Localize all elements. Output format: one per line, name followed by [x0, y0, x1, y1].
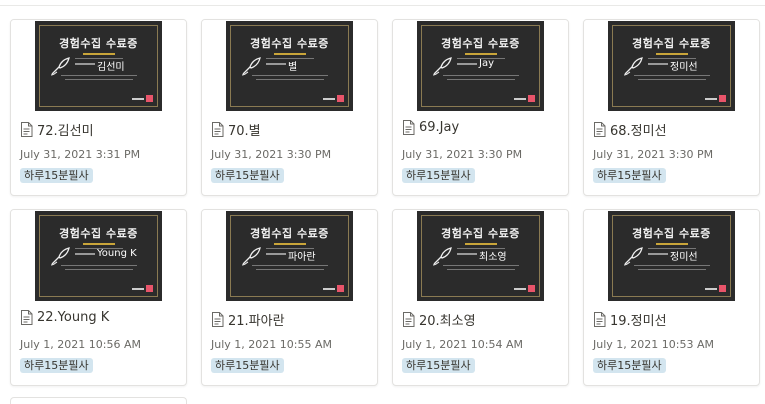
certificate-image: 경험수집 수료증 별 — [226, 21, 353, 111]
certificate-name: 파아란 — [288, 252, 316, 263]
gallery-card[interactable]: 경험수집 수료증 김선미 72.김선미 July 31, 2021 3:31 P… — [10, 19, 187, 196]
certificate-name: Jay — [479, 58, 494, 69]
fountain-pen-icon — [432, 57, 452, 76]
certificate-heading: 경험수집 수료증 — [441, 227, 520, 240]
certificate-heading: 경험수집 수료증 — [59, 37, 138, 50]
card-title[interactable]: 22.Young K — [37, 310, 109, 325]
card-tag: 하루15분필사 — [593, 168, 666, 183]
card-date: July 1, 2021 10:53 AM — [593, 338, 714, 351]
fountain-pen-icon — [50, 57, 70, 76]
gallery-card[interactable]: 경험수집 수료증 최소영 20.최소영 July 1, 2021 10:54 A… — [392, 209, 569, 386]
certificate-heading: 경험수집 수료증 — [59, 227, 138, 240]
card-date: July 31, 2021 3:30 PM — [211, 148, 332, 161]
certificate-heading: 경험수집 수료증 — [250, 37, 329, 50]
page-icon — [21, 310, 33, 325]
certificate-name: 별 — [288, 62, 298, 73]
certificate-image: 경험수집 수료증 정미선 — [608, 211, 735, 301]
card-title[interactable]: 72.김선미 — [37, 120, 94, 139]
card-title[interactable]: 70.별 — [228, 120, 261, 139]
certificate-name: Young K — [97, 248, 137, 259]
card-date: July 31, 2021 3:31 PM — [20, 148, 141, 161]
page-icon — [403, 312, 415, 327]
logo — [705, 95, 726, 102]
card-date: July 31, 2021 3:30 PM — [593, 148, 714, 161]
certificate-image: 경험수집 수료증 김선미 — [35, 21, 162, 111]
gallery-card[interactable]: 경험수집 수료증 정미선 68.정미선 July 31, 2021 3:30 P… — [583, 19, 760, 196]
logo — [514, 285, 535, 292]
certificate-name: 정미선 — [670, 252, 698, 263]
gallery-card[interactable]: 경험수집 수료증 별 70.별 July 31, 2021 3:30 PM 하루… — [201, 19, 378, 196]
fountain-pen-icon — [623, 247, 643, 266]
fountain-pen-icon — [241, 247, 261, 266]
gallery-card[interactable]: 경험수집 수료증 Jay 69.Jay July 31, 2021 3:30 P… — [392, 19, 569, 196]
card-tag: 하루15분필사 — [20, 168, 93, 183]
card-cover: 경험수집 수료증 별 — [202, 20, 377, 112]
card-cover: 경험수집 수료증 Jay — [393, 20, 568, 112]
card-title[interactable]: 20.최소영 — [419, 310, 476, 329]
certificate-image: 경험수집 수료증 Young K — [35, 211, 162, 301]
page-icon — [594, 312, 606, 327]
certificate-image: 경험수집 수료증 최소영 — [417, 211, 544, 301]
card-tag: 하루15분필사 — [593, 358, 666, 373]
card-title[interactable]: 21.파아란 — [228, 310, 285, 329]
card-cover: 경험수집 수료증 정미선 — [584, 210, 759, 302]
card-title[interactable]: 19.정미선 — [610, 310, 667, 329]
fountain-pen-icon — [241, 57, 261, 76]
card-tag: 하루15분필사 — [402, 168, 475, 183]
card-tag: 하루15분필사 — [211, 358, 284, 373]
certificate-heading: 경험수집 수료증 — [250, 227, 329, 240]
card-date: July 1, 2021 10:54 AM — [402, 338, 523, 351]
certificate-name: 최소영 — [479, 252, 507, 263]
fountain-pen-icon — [50, 247, 70, 266]
page-icon — [403, 120, 415, 135]
certificate-image: 경험수집 수료증 파아란 — [226, 211, 353, 301]
card-tag: 하루15분필사 — [402, 358, 475, 373]
fountain-pen-icon — [623, 57, 643, 76]
gallery-card[interactable]: 경험수집 수료증 정미선 19.정미선 July 1, 2021 10:53 A… — [583, 209, 760, 386]
certificate-heading: 경험수집 수료증 — [632, 37, 711, 50]
certificate-image: 경험수집 수료증 정미선 — [608, 21, 735, 111]
gallery-card[interactable]: 경험수집 수료증 Young K 22.Young K July 1, 2021… — [10, 209, 187, 386]
card-cover: 경험수집 수료증 Young K — [11, 210, 186, 302]
card-cover: 경험수집 수료증 파아란 — [202, 210, 377, 302]
certificate-image: 경험수집 수료증 Jay — [417, 21, 544, 111]
page-icon — [594, 122, 606, 137]
logo — [705, 285, 726, 292]
certificate-heading: 경험수집 수료증 — [632, 227, 711, 240]
certificate-name: 정미선 — [670, 62, 698, 73]
card-date: July 1, 2021 10:56 AM — [20, 338, 141, 351]
card-tag: 하루15분필사 — [211, 168, 284, 183]
card-cover: 경험수집 수료증 김선미 — [11, 20, 186, 112]
card-date: July 31, 2021 3:30 PM — [402, 148, 523, 161]
logo — [514, 95, 535, 102]
certificate-name: 김선미 — [97, 62, 125, 73]
logo — [132, 285, 153, 292]
card-date: July 1, 2021 10:55 AM — [211, 338, 332, 351]
top-divider — [0, 5, 765, 6]
logo — [323, 95, 344, 102]
card-title[interactable]: 69.Jay — [419, 120, 459, 135]
card-title[interactable]: 68.정미선 — [610, 120, 667, 139]
card-cover: 경험수집 수료증 최소영 — [393, 210, 568, 302]
logo — [323, 285, 344, 292]
card-cover: 경험수집 수료증 정미선 — [584, 20, 759, 112]
gallery-card[interactable]: 경험수집 수료증 파아란 21.파아란 July 1, 2021 10:55 A… — [201, 209, 378, 386]
card-tag: 하루15분필사 — [20, 358, 93, 373]
certificate-heading: 경험수집 수료증 — [441, 37, 520, 50]
logo — [132, 95, 153, 102]
page-icon — [21, 122, 33, 137]
page-icon — [212, 122, 224, 137]
page-icon — [212, 312, 224, 327]
fountain-pen-icon — [432, 247, 452, 266]
